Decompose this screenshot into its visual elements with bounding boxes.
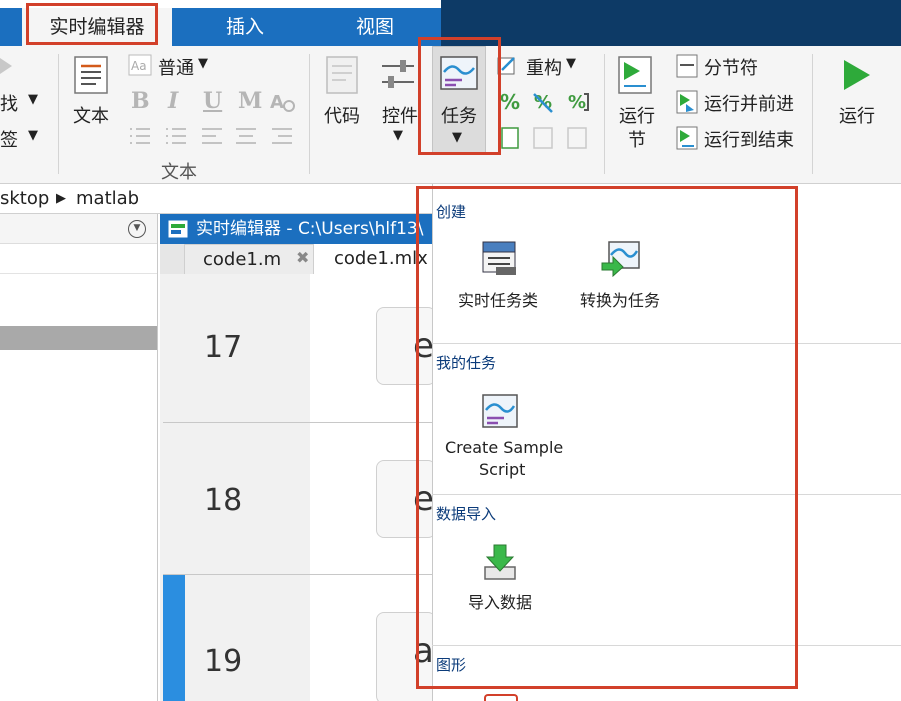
find-button[interactable]: 找 — [0, 90, 18, 116]
arrow-right-icon — [0, 58, 12, 74]
current-folder-pane: ▼ — [0, 214, 158, 701]
run-to-end-icon — [676, 126, 698, 150]
run-button[interactable]: 运行 — [839, 102, 875, 128]
bookmark-button[interactable]: 签 — [0, 126, 18, 152]
highlight-task-button — [418, 37, 501, 155]
section-break-icon — [676, 54, 698, 78]
tab-strip-dark-area — [441, 0, 901, 46]
path-segment[interactable]: matlab — [76, 184, 139, 214]
editor-tab-code1-mlx[interactable]: code1.mlx — [314, 244, 432, 274]
wrap-comment-icon[interactable]: % — [566, 90, 592, 114]
line-number: 19 — [204, 644, 243, 679]
editor-title-bar: 实时编辑器 - C:\Users\hlf13\ — [160, 214, 432, 244]
live-editor-window-icon — [168, 220, 188, 238]
section-divider — [163, 422, 432, 423]
find-dropdown-caret[interactable]: ▼ — [28, 92, 38, 107]
selected-list-item[interactable] — [0, 326, 157, 350]
run-icon — [844, 60, 870, 90]
run-to-end-button[interactable]: 运行到结束 — [704, 126, 794, 152]
code-block-icon — [326, 56, 358, 94]
tab-insert[interactable]: 插入 — [200, 8, 290, 46]
indent-icons — [501, 127, 587, 149]
run-section-icon — [618, 56, 652, 94]
control-button[interactable]: 控件 — [382, 102, 418, 128]
path-separator-icon: ▶ — [56, 191, 66, 206]
text-button[interactable]: 文本 — [73, 102, 109, 128]
run-section-button-line2: 节 — [628, 130, 646, 151]
uncomment-icon[interactable]: % — [532, 90, 558, 114]
section-divider — [163, 574, 432, 575]
control-dropdown-caret[interactable]: ▼ — [393, 128, 403, 143]
graphics-item-icon[interactable] — [484, 694, 518, 701]
slider-control-icon — [382, 60, 414, 88]
code-button[interactable]: 代码 — [324, 102, 360, 128]
monospace-button[interactable]: M — [238, 88, 262, 114]
editor-tab-label: code1.mlx — [334, 248, 428, 269]
text-document-icon — [74, 56, 108, 94]
font-style-icon: Aa — [128, 54, 152, 76]
run-and-advance-icon — [676, 90, 698, 114]
style-select-caret[interactable]: ▼ — [198, 56, 208, 71]
svg-text:%: % — [568, 92, 586, 113]
path-segment[interactable]: sktop — [0, 184, 49, 214]
run-and-advance-button[interactable]: 运行并前进 — [704, 90, 794, 116]
line-number: 18 — [204, 483, 243, 518]
bold-button[interactable]: B — [131, 88, 150, 114]
underline-button[interactable]: U — [203, 88, 222, 114]
comment-icon[interactable]: % — [500, 90, 520, 114]
italic-button[interactable]: I — [168, 88, 178, 114]
svg-text:A: A — [270, 92, 284, 113]
refactor-button[interactable]: 重构 — [526, 54, 562, 80]
list-item[interactable] — [0, 244, 157, 274]
ribbon-separator — [58, 54, 59, 174]
refactor-dropdown-caret[interactable]: ▼ — [566, 56, 576, 71]
paragraph-format-icons — [130, 128, 292, 144]
highlight-task-dropdown — [416, 186, 798, 689]
active-section-indicator — [163, 575, 185, 701]
bookmark-dropdown-caret[interactable]: ▼ — [28, 128, 38, 143]
ribbon-separator — [309, 54, 310, 174]
ribbon-separator — [812, 54, 813, 174]
address-bar[interactable]: sktop ▶ matlab — [0, 184, 432, 214]
editor-tab-label: code1.m — [203, 249, 282, 270]
highlight-live-editor-tab — [26, 3, 158, 45]
section-break-button[interactable]: 分节符 — [704, 54, 758, 80]
editor-tab-code1-m[interactable]: code1.m — [184, 244, 314, 274]
style-select[interactable]: 普通 — [158, 54, 194, 80]
ribbon-separator — [604, 54, 605, 174]
run-section-button[interactable]: 运行 — [619, 102, 655, 128]
line-number: 17 — [204, 330, 243, 365]
svg-text:Aa: Aa — [131, 59, 147, 73]
text-group-label: 文本 — [161, 162, 197, 183]
clear-format-icon[interactable]: A — [270, 90, 296, 114]
close-tab-icon[interactable]: ✖ — [296, 248, 309, 267]
pane-menu-icon[interactable]: ▼ — [128, 220, 146, 238]
editor-tab-bar: code1.m ✖ code1.mlx — [160, 244, 432, 274]
tab-view[interactable]: 视图 — [330, 8, 420, 46]
